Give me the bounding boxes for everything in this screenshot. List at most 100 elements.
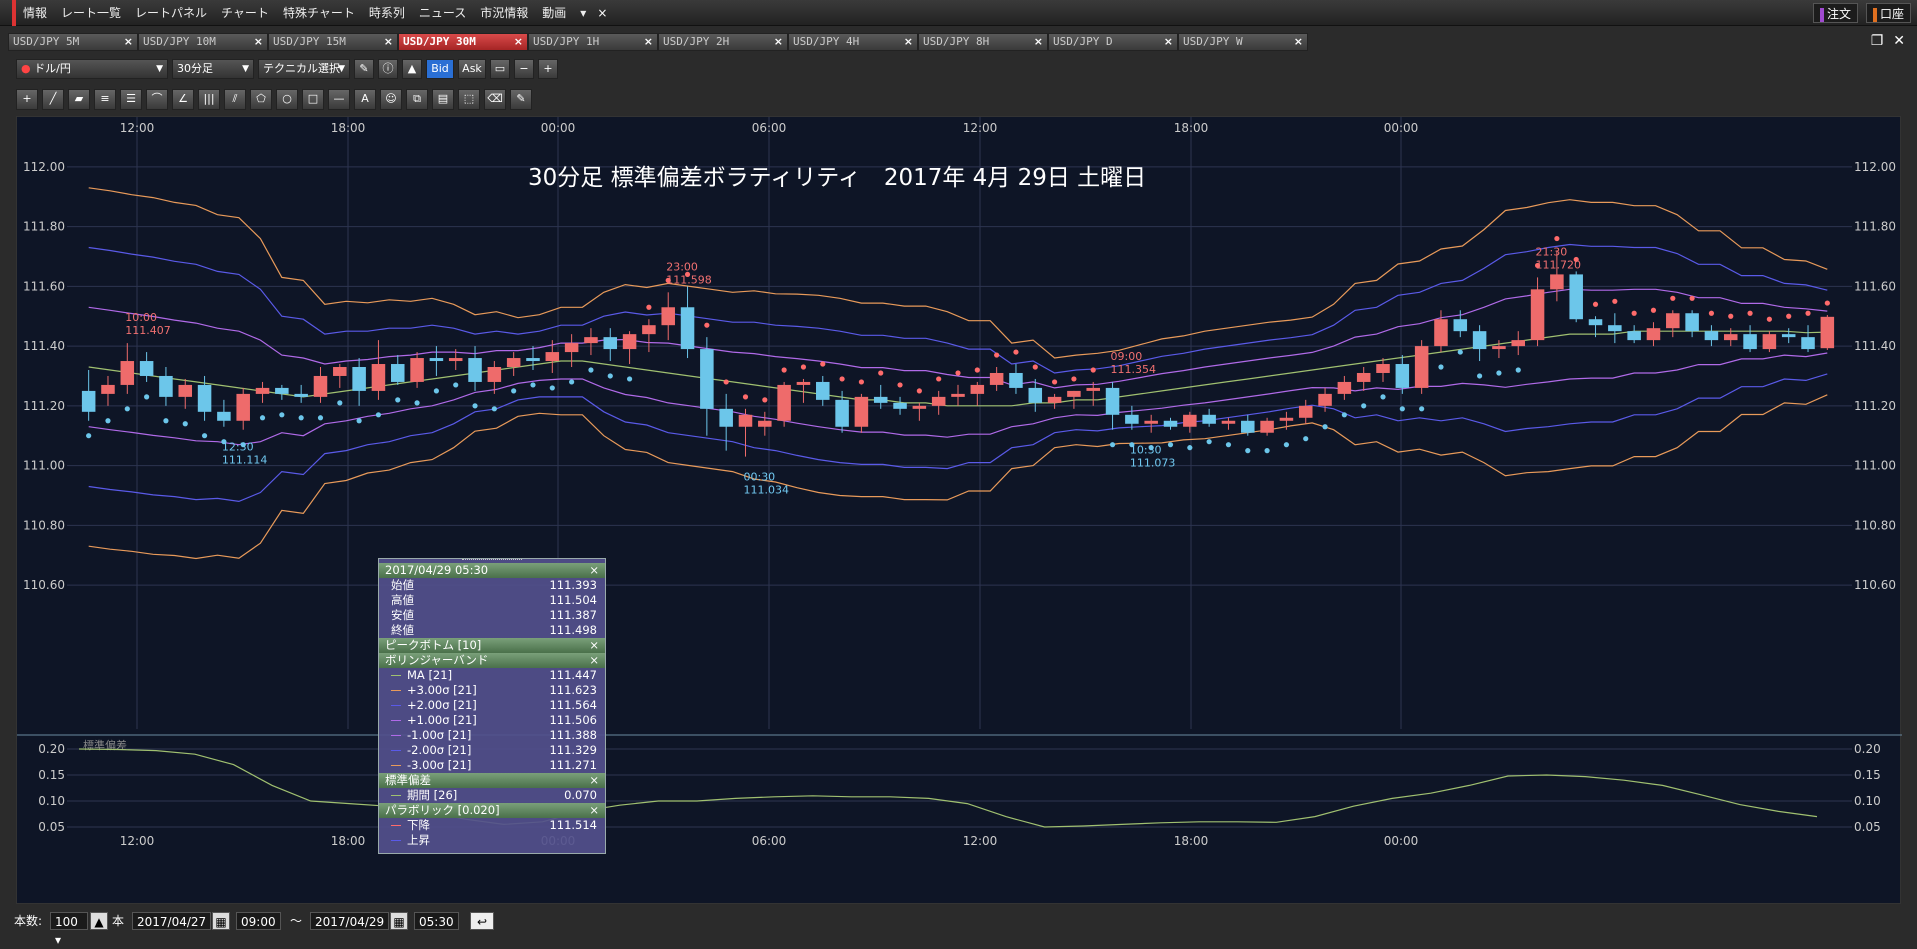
- menu-more-button[interactable]: ▾: [573, 0, 593, 26]
- paste-icon[interactable]: ▤: [432, 89, 454, 110]
- to-time-field[interactable]: 05:30: [414, 912, 459, 930]
- price-tick-left: 110.60: [23, 578, 65, 592]
- fan-icon[interactable]: ∠: [172, 89, 194, 110]
- tab[interactable]: USD/JPY 5M ×: [8, 33, 138, 51]
- menu-item[interactable]: レートパネル: [128, 0, 214, 26]
- count-unit: 本: [112, 914, 125, 928]
- stamp-icon[interactable]: ☺: [380, 89, 402, 110]
- close-icon[interactable]: ×: [589, 773, 599, 788]
- menu-item[interactable]: 動画: [535, 0, 573, 26]
- price-chart[interactable]: 12:00 12:00 18:00 18:00 00:00 00:00 06:00 06:00…: [17, 117, 1902, 905]
- text-icon[interactable]: A: [354, 89, 376, 110]
- channel-icon[interactable]: ⫽: [224, 89, 246, 110]
- account-button[interactable]: 口座: [1865, 3, 1911, 23]
- hline-icon[interactable]: ≡: [94, 89, 116, 110]
- close-window-icon[interactable]: ✕: [1893, 33, 1905, 49]
- tab-close-icon[interactable]: ×: [1034, 34, 1043, 50]
- technical-select[interactable]: テクニカル選択 ▼: [258, 59, 350, 79]
- zoom-out-icon[interactable]: −: [514, 59, 534, 79]
- menu-item[interactable]: 情報: [12, 0, 54, 26]
- tab-close-icon[interactable]: ×: [514, 34, 523, 50]
- menu-item[interactable]: ニュース: [412, 0, 473, 26]
- tab[interactable]: USD/JPY 30M ×: [398, 33, 528, 51]
- candle-body: [1009, 372, 1023, 388]
- close-icon[interactable]: ×: [589, 638, 599, 653]
- calendar-icon[interactable]: ▦: [390, 912, 408, 930]
- menu-item[interactable]: チャート: [214, 0, 276, 26]
- zoom-in-icon[interactable]: +: [538, 59, 558, 79]
- line-icon[interactable]: —: [328, 89, 350, 110]
- eraser-icon[interactable]: ⌫: [484, 89, 506, 110]
- bid-button[interactable]: Bid: [426, 59, 454, 79]
- timeframe-select[interactable]: 30分足 ▼: [172, 59, 254, 79]
- tab[interactable]: USD/JPY 2H ×: [658, 33, 788, 51]
- tab-close-icon[interactable]: ×: [1294, 34, 1303, 50]
- menu-item[interactable]: レート一覧: [54, 0, 128, 26]
- fib-icon[interactable]: ☰: [120, 89, 142, 110]
- calendar-icon[interactable]: ▦: [212, 912, 230, 930]
- vline-icon[interactable]: |||: [198, 89, 220, 110]
- chart-area[interactable]: 12:00 12:00 18:00 18:00 00:00 00:00 06:00 06:00…: [16, 116, 1902, 905]
- draw-pen-icon[interactable]: ✎: [354, 59, 374, 79]
- chart-type-icon[interactable]: ▲: [402, 59, 422, 79]
- erase-all-icon[interactable]: ✎: [510, 89, 532, 110]
- candle-body: [1550, 274, 1564, 290]
- menu-item[interactable]: 市況情報: [473, 0, 535, 26]
- price-display-icon[interactable]: ▭: [490, 59, 510, 79]
- crosshair-icon[interactable]: +: [16, 89, 38, 110]
- count-label: 本数:: [14, 914, 43, 928]
- sar-dot-up: [395, 397, 401, 403]
- tab-close-icon[interactable]: ×: [124, 34, 133, 50]
- from-time-field[interactable]: 09:00: [236, 912, 281, 930]
- drawing-toolbar: + ╱ ▰ ≡ ☰ ⌒ ∠ ||| ⫽ ⬠ ○ □ — A ☺ ⧉ ▤ ⬚ ⌫ …: [16, 89, 532, 111]
- from-date-field[interactable]: 2017/04/27: [132, 912, 212, 930]
- tab-close-icon[interactable]: ×: [384, 34, 393, 50]
- menu-item[interactable]: 特殊チャート: [276, 0, 362, 26]
- tab[interactable]: USD/JPY 8H ×: [918, 33, 1048, 51]
- tab-close-icon[interactable]: ×: [1164, 34, 1173, 50]
- trendline-icon[interactable]: ╱: [42, 89, 64, 110]
- close-icon[interactable]: ×: [589, 803, 599, 818]
- tab[interactable]: USD/JPY 1H ×: [528, 33, 658, 51]
- sar-dot-down: [839, 376, 845, 382]
- sar-dot-up: [356, 418, 362, 424]
- rectangle-icon[interactable]: □: [302, 89, 324, 110]
- tab[interactable]: USD/JPY W ×: [1178, 33, 1308, 51]
- sar-dot-up: [1477, 373, 1483, 379]
- tab[interactable]: USD/JPY 15M ×: [268, 33, 398, 51]
- tab-close-icon[interactable]: ×: [774, 34, 783, 50]
- ask-button[interactable]: Ask: [458, 59, 486, 79]
- tab-close-icon[interactable]: ×: [644, 34, 653, 50]
- data-window[interactable]: 2017/04/29 05:30 × 始値 111.393 高値 111.504 安値 11…: [378, 558, 606, 854]
- select-icon[interactable]: ⬚: [458, 89, 480, 110]
- copy-icon[interactable]: ⧉: [406, 89, 428, 110]
- tab[interactable]: USD/JPY 4H ×: [788, 33, 918, 51]
- tab[interactable]: USD/JPY D ×: [1048, 33, 1178, 51]
- close-icon[interactable]: ×: [589, 563, 599, 578]
- refresh-icon[interactable]: ↩: [470, 912, 494, 930]
- count-up-icon[interactable]: ▲: [90, 912, 108, 930]
- chart-toolbar: ● ドル/円 ▼ 30分足 ▼ テクニカル選択 ▼ ✎ ⓘ ▲ Bid Ask ▭ −…: [16, 58, 558, 80]
- restore-icon[interactable]: ❐: [1871, 33, 1884, 49]
- to-date-field[interactable]: 2017/04/29: [310, 912, 390, 930]
- candle-body: [487, 367, 502, 382]
- info-icon[interactable]: ⓘ: [378, 59, 398, 79]
- count-select[interactable]: 100 ▾: [50, 912, 88, 947]
- circle-icon[interactable]: ○: [276, 89, 298, 110]
- sar-dot-down: [1612, 298, 1618, 304]
- menu-close-icon[interactable]: ×: [593, 6, 611, 20]
- sar-dot-up: [1225, 442, 1232, 448]
- tab-close-icon[interactable]: ×: [254, 34, 263, 50]
- close-icon[interactable]: ×: [589, 653, 599, 668]
- peak-time-label: 23:00: [666, 260, 698, 273]
- symbol-select[interactable]: ● ドル/円 ▼: [16, 59, 168, 79]
- menu-item[interactable]: 時系列: [362, 0, 412, 26]
- tab[interactable]: USD/JPY 10M ×: [138, 33, 268, 51]
- ruler-icon[interactable]: ▰: [68, 89, 90, 110]
- sar-dot-up: [317, 415, 324, 421]
- tab-close-icon[interactable]: ×: [904, 34, 913, 50]
- pentagon-icon[interactable]: ⬠: [250, 89, 272, 110]
- arc-icon[interactable]: ⌒: [146, 89, 168, 110]
- sar-dot-down: [1631, 310, 1637, 316]
- order-button[interactable]: 注文: [1812, 3, 1858, 23]
